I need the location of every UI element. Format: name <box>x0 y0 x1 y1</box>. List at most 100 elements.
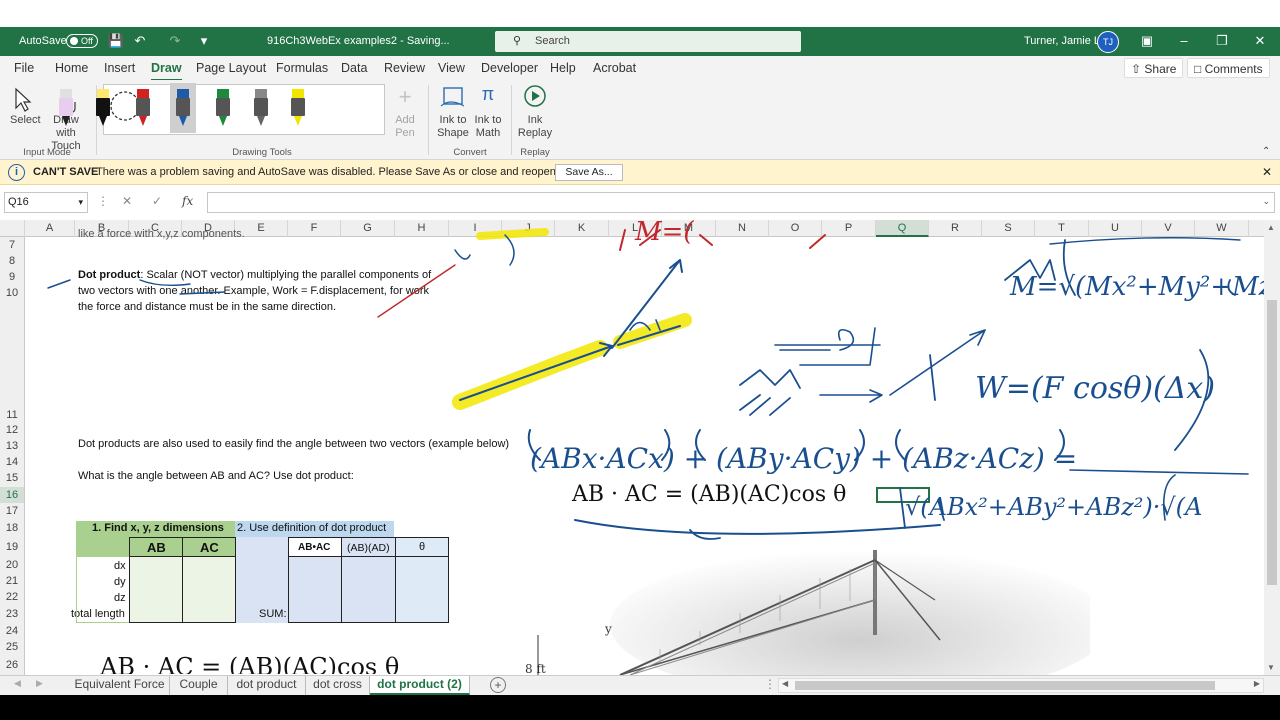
pen-red-tool[interactable] <box>136 89 150 127</box>
collapse-ribbon-icon[interactable]: ⌃ <box>1262 146 1270 157</box>
excel-window: AutoSave Off 💾 ↶ ↷ ▾ 916Ch3WebEx example… <box>0 0 1280 720</box>
user-name[interactable]: Turner, Jamie L <box>1024 35 1100 47</box>
tab-draw[interactable]: Draw <box>151 61 182 81</box>
plus-icon: + <box>398 84 412 109</box>
ink-to-math-label: Ink to Math <box>474 114 502 139</box>
ink-to-shape-button[interactable]: Ink to Shape <box>436 84 470 144</box>
share-icon: ⇧ <box>1131 62 1145 76</box>
ink-to-shape-icon <box>440 87 465 107</box>
enter-icon[interactable]: ✓ <box>152 194 162 208</box>
vertical-scrollbar[interactable]: ▲ ▼ <box>1264 220 1280 675</box>
add-sheet-button[interactable]: + <box>490 677 506 693</box>
sheet-tab-dot-product-2[interactable]: dot product (2) <box>370 676 470 695</box>
replay-icon <box>524 85 546 107</box>
group-separator <box>511 85 512 155</box>
sheet-tab-dot-cross[interactable]: dot cross <box>306 676 370 695</box>
message-title: CAN'T SAVE <box>33 166 99 178</box>
tab-formulas[interactable]: Formulas <box>276 61 328 75</box>
sheet-tab-couple[interactable]: Couple <box>170 676 228 695</box>
ink-work-equation: W=(F cosθ)(Δx) <box>975 371 1215 406</box>
search-icon: ⚲ <box>513 35 522 47</box>
redo-icon[interactable]: ↷ <box>165 31 185 51</box>
pen-blue-tool[interactable] <box>170 83 196 133</box>
share-button[interactable]: ⇧ Share <box>1124 58 1184 78</box>
autosave-label: AutoSave <box>19 35 67 47</box>
tab-acrobat[interactable]: Acrobat <box>593 61 636 75</box>
ribbon: Select Draw with Touch Input Mode + Add … <box>0 80 1280 160</box>
name-box-value: Q16 <box>8 196 29 208</box>
ink-magnitude: M=√(Mx²+My²+Mz²) <box>1009 272 1264 302</box>
ink-dot-expansion: (ABx·ACx) + (ABy·ACy) + (ABz·ACz) = <box>530 442 1077 475</box>
horizontal-scrollbar[interactable]: ◀ ▶ <box>778 678 1264 693</box>
tab-split-icon[interactable]: ⋮ <box>764 677 776 691</box>
tab-insert[interactable]: Insert <box>104 61 135 75</box>
title-bar: AutoSave Off 💾 ↶ ↷ ▾ 916Ch3WebEx example… <box>0 27 1280 56</box>
eraser-tool[interactable] <box>59 89 73 127</box>
ribbon-display-icon[interactable]: ▣ <box>1137 31 1157 51</box>
ink-magnitude-product: √(ABx²+ABy²+ABz²)·√(A <box>905 493 1202 521</box>
tab-page-layout[interactable]: Page Layout <box>196 61 266 75</box>
info-icon: i <box>8 164 25 181</box>
cursor-icon <box>15 87 32 112</box>
add-pen-label: Add Pen <box>395 114 415 139</box>
cancel-icon[interactable]: ✕ <box>122 194 132 208</box>
pen-black-tool[interactable] <box>96 89 110 127</box>
tab-file[interactable]: File <box>14 61 34 75</box>
undo-icon[interactable]: ↶ <box>130 31 150 51</box>
group-separator <box>428 85 429 155</box>
ink-replay-button[interactable]: Ink Replay <box>517 84 553 144</box>
ribbon-tabs: File Home Insert Draw Page Layout Formul… <box>0 56 1280 81</box>
ink-red-text: M=( <box>634 220 694 247</box>
close-message-icon[interactable]: ✕ <box>1262 165 1272 179</box>
hscroll-thumb[interactable] <box>795 681 1215 690</box>
pi-icon: π <box>481 84 495 104</box>
select-label: Select <box>10 114 41 126</box>
tab-review[interactable]: Review <box>384 61 425 75</box>
select-button[interactable]: Select <box>8 86 41 134</box>
tab-scroll-right-icon[interactable]: ▶ <box>36 678 43 689</box>
tab-home[interactable]: Home <box>55 61 88 75</box>
input-mode-group-label: Input Mode <box>23 147 71 158</box>
pencil-gray-tool[interactable] <box>254 89 268 127</box>
replay-group-label: Replay <box>520 147 550 158</box>
drawing-tools-group-label: Drawing Tools <box>232 147 292 158</box>
minimize-icon[interactable]: – <box>1174 31 1194 51</box>
save-icon[interactable]: 💾 <box>106 31 126 51</box>
ink-to-shape-label: Ink to Shape <box>437 114 469 139</box>
tab-help[interactable]: Help <box>550 61 576 75</box>
ink-annotations-layer: W=(F cosθ)(Δx) M=√(Mx²+My²+Mz²) (ABx·ACx… <box>47 220 1264 540</box>
tab-developer[interactable]: Developer <box>481 61 538 75</box>
letterbox <box>0 695 1280 720</box>
close-icon[interactable]: ✕ <box>1250 31 1270 51</box>
convert-group-label: Convert <box>453 147 487 158</box>
insert-function-icon[interactable]: fx <box>182 194 193 208</box>
comment-icon: □ <box>1194 62 1205 76</box>
autosave-toggle[interactable]: Off <box>66 34 98 48</box>
highlighter-yellow-tool[interactable] <box>291 89 305 127</box>
tab-data[interactable]: Data <box>341 61 367 75</box>
message-bar: i CAN'T SAVE There was a problem saving … <box>0 160 1280 185</box>
sheet-tabs-bar: ◀ ▶ Equivalent Force Couple dot product … <box>0 675 1280 695</box>
pen-green-tool[interactable] <box>216 89 230 127</box>
worksheet-grid[interactable]: ABCDEFGHIJKLMNOPQRSTUVW 7 8 9 10 11 12 13 14 15 1… <box>0 220 1280 675</box>
name-box[interactable]: Q16 ▾ <box>4 192 88 213</box>
sheet-tab-dot-product[interactable]: dot product <box>228 676 306 695</box>
search-placeholder: Search <box>535 35 570 47</box>
ink-to-math-button[interactable]: π Ink to Math <box>471 84 505 144</box>
search-input[interactable]: ⚲ Search <box>495 31 801 52</box>
message-text: There was a problem saving and AutoSave … <box>96 166 595 178</box>
formula-input[interactable]: ⌄ <box>207 192 1275 213</box>
formula-bar: Q16 ▾ ⋮ ✕ ✓ fx ⌄ <box>0 191 1280 214</box>
tab-view[interactable]: View <box>438 61 465 75</box>
avatar[interactable]: TJ <box>1097 31 1119 53</box>
sheet-tab-equivalent-force[interactable]: Equivalent Force <box>70 676 170 695</box>
restore-icon[interactable]: ❐ <box>1212 31 1232 51</box>
share-label: Share <box>1144 62 1177 76</box>
add-pen-button[interactable]: + Add Pen <box>388 84 422 144</box>
save-as-button[interactable]: Save As... <box>555 164 623 181</box>
scroll-thumb[interactable] <box>1267 300 1277 585</box>
comments-button[interactable]: □ Comments <box>1187 58 1270 78</box>
file-name[interactable]: 916Ch3WebEx examples2 - Saving... <box>267 35 450 47</box>
tab-scroll-left-icon[interactable]: ◀ <box>14 678 21 689</box>
customize-qat-icon[interactable]: ▾ <box>194 31 214 51</box>
